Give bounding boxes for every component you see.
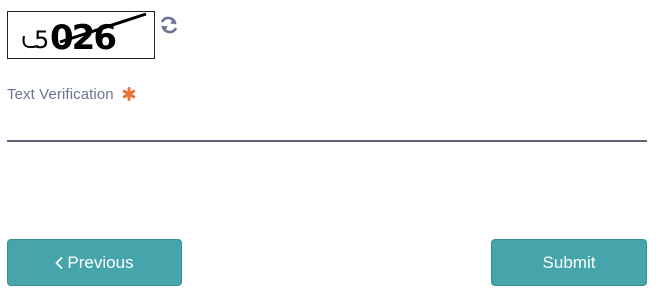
refresh-icon[interactable] (158, 14, 180, 36)
captcha-image: 5 026 (7, 11, 155, 59)
field-label-row: Text Verification (7, 84, 136, 104)
chevron-left-icon (56, 256, 63, 269)
previous-button-label: Previous (67, 252, 134, 272)
text-verification-input[interactable] (7, 106, 647, 142)
submit-button[interactable]: Submit (491, 239, 647, 286)
submit-button-label: Submit (542, 252, 596, 272)
captcha-digit-5: 5 (34, 26, 49, 54)
text-verification-label: Text Verification (7, 85, 114, 103)
previous-button[interactable]: Previous (7, 239, 182, 286)
captcha-digits: 026 (50, 18, 115, 58)
asterisk-icon (122, 87, 136, 101)
captcha-graphic: 5 026 (22, 12, 147, 58)
